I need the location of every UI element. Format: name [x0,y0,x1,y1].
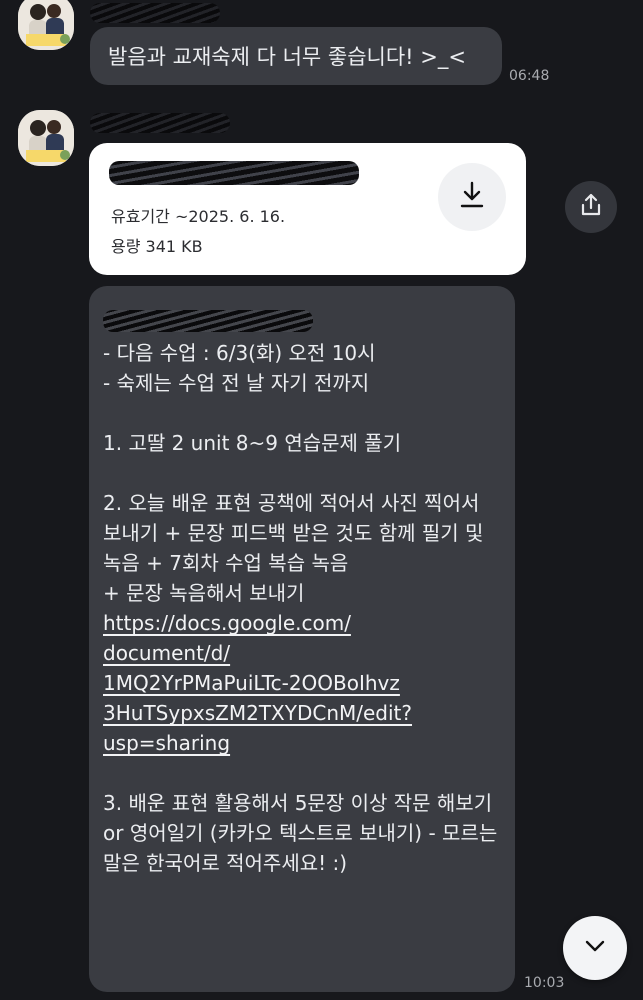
message-bubble[interactable]: - 다음 수업 : 6/3(화) 오전 10시 - 숙제는 수업 전 날 자기 … [89,286,515,992]
download-icon [457,180,487,214]
download-button[interactable] [438,163,506,231]
file-attachment-card[interactable]: 유효기간 ~2025. 6. 16. 용량 341 KB [89,143,526,275]
file-expiry: 유효기간 ~2025. 6. 16. [111,207,286,226]
link-line: usp=sharing [103,731,231,755]
link-line: document/d/ [103,641,231,665]
share-icon [578,192,604,222]
file-name-redacted [109,161,359,185]
sender-name-redacted [90,113,230,133]
scroll-to-bottom-button[interactable] [563,916,627,980]
link-line: 1MQ2YrPMaPuiLTc-2OOBoIhvz [103,671,400,695]
redacted-text [103,310,313,332]
message-line: 3. 배운 표현 활용해서 5문장 이상 작문 해보기 or 영어일기 (카카오… [103,791,504,875]
file-size: 용량 341 KB [111,237,203,256]
message-line: 1. 고딸 2 unit 8~9 연습문제 풀기 [103,431,402,455]
sender-avatar[interactable] [18,110,74,166]
message-text: 발음과 교재숙제 다 너무 좋습니다! >_< [108,45,466,69]
google-docs-link[interactable]: https://docs.google.com/ document/d/ 1MQ… [103,611,412,755]
message-line: + 문장 녹음해서 보내기 [103,581,305,605]
message-bubble[interactable]: 발음과 교재숙제 다 너무 좋습니다! >_< [90,27,502,85]
sender-avatar[interactable] [18,0,74,50]
sender-name-redacted [90,3,220,23]
message-time: 06:48 [509,68,550,84]
message-line: - 숙제는 수업 전 날 자기 전까지 [103,371,370,395]
message-line: 2. 오늘 배운 표현 공책에 적어서 사진 찍어서 보내기 + 문장 피드백 … [103,491,490,575]
share-button[interactable] [565,181,617,233]
chevron-down-icon [581,932,609,964]
link-line: 3HuTSypxsZM2TXYDCnM/edit? [103,701,413,725]
message-line: - 다음 수업 : 6/3(화) 오전 10시 [103,341,376,365]
message-time: 10:03 [524,975,565,991]
link-line: https://docs.google.com/ [103,611,351,635]
